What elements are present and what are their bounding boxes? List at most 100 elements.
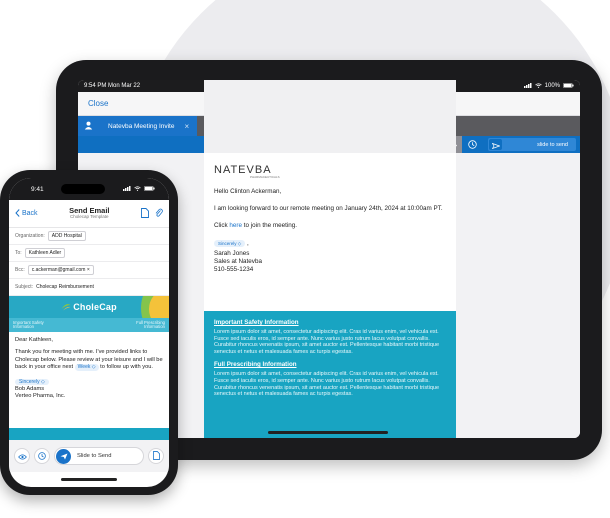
eye-icon <box>17 447 27 465</box>
brand-logo: NATEVBA <box>214 164 272 176</box>
signoff-comma: , <box>245 239 249 247</box>
tab-label: Natevba Meeting Invite <box>108 122 175 130</box>
battery-percent: 100% <box>544 83 560 89</box>
cholecap-logo: CholeCap <box>73 302 117 312</box>
phone-preview-button[interactable] <box>14 448 30 464</box>
slide-to-send-slider[interactable]: slide to send <box>488 138 576 151</box>
email-join-line: Click here to join the meeting. <box>214 222 446 230</box>
fpi-heading-link[interactable]: Full Prescribing Information <box>214 361 446 368</box>
phone-isi-strip <box>9 428 169 440</box>
join-text-pre: Click <box>214 221 230 229</box>
signature-phone: 510-555-1234 <box>214 265 254 273</box>
fpi-text: Lorem ipsum dolor sit amet, consectetur … <box>214 371 440 398</box>
phone-text-post: to follow up with you. <box>98 364 153 371</box>
status-right: 100% <box>523 82 574 90</box>
fpi-link-line2: Information <box>144 324 165 329</box>
signature-title: Sales at Natevba <box>214 257 262 265</box>
organization-chip[interactable]: ADD Hospital <box>47 231 86 241</box>
subject-label: Subject: <box>15 284 34 290</box>
signal-icon <box>123 185 131 193</box>
phone-signoff-picker[interactable]: Sincerely ◇ <box>15 378 49 386</box>
phone-status-icons <box>123 185 155 193</box>
to-label: To: <box>15 250 22 256</box>
tablet-home-indicator <box>268 431 388 434</box>
isi-text: Lorem ipsum dolor sit amet, consectetur … <box>214 329 440 355</box>
phone-email-body: Dear Kathleen, Thank you for meeting wit… <box>9 332 169 406</box>
document-icon <box>152 447 160 465</box>
phone-screen: 9:41 Back Send Email Cholecap Template O… <box>9 178 169 487</box>
clock-icon <box>467 136 477 154</box>
back-label: Back <box>22 210 38 217</box>
phone-schedule-button[interactable] <box>34 448 50 464</box>
email-body: Hello Clinton Ackerman, I am looking for… <box>204 188 456 273</box>
phone-slide-to-send[interactable]: Slide to Send <box>54 447 144 465</box>
signoff-picker[interactable]: Sincerely ◇ <box>214 239 246 248</box>
cholecap-banner: CholeCap <box>9 296 169 318</box>
join-text-post: to join the meeting. <box>242 221 297 229</box>
isi-heading-link[interactable]: Important Safety Information <box>214 319 446 326</box>
clock-icon <box>38 447 46 465</box>
back-button[interactable]: Back <box>15 208 38 219</box>
slide-to-send-label: slide to send <box>537 141 568 148</box>
battery-icon <box>144 185 155 193</box>
phone-slider-handle[interactable] <box>56 447 71 465</box>
tablet-tab-bar: Natevba Meeting Invite × <box>78 80 580 365</box>
bcc-label: Bcc: <box>15 267 25 273</box>
wifi-icon <box>134 185 141 193</box>
phone-sig-name: Bob Adams <box>15 386 45 393</box>
to-field[interactable]: To: Kathleen Adler <box>9 245 169 262</box>
organization-label: Organization: <box>15 233 45 239</box>
phone-document-button[interactable] <box>148 448 164 464</box>
email-paragraph: I am looking forward to our remote meeti… <box>214 204 443 212</box>
week-picker[interactable]: Week ◇ <box>74 364 99 371</box>
phone-title-block: Send Email Cholecap Template <box>69 206 109 220</box>
bcc-field[interactable]: Bcc: c.ackerman@gmail.com × <box>9 262 169 279</box>
fpi-link[interactable]: Full Prescribing Information <box>136 320 165 330</box>
subject-field[interactable]: Subject: Cholecap Reimbursement <box>9 279 169 296</box>
phone-sig-company: Verteo Pharma, Inc. <box>15 393 66 400</box>
schedule-button[interactable] <box>462 136 482 153</box>
banner-swoosh-yellow <box>149 296 169 318</box>
recipient-tab[interactable] <box>78 116 98 136</box>
isi-link-line2: Information <box>13 324 34 329</box>
signal-icon <box>523 82 532 90</box>
phone-action-toolbar: Slide to Send <box>9 440 169 472</box>
battery-icon <box>563 82 574 90</box>
phone-slide-label: Slide to Send <box>77 453 112 459</box>
document-icon[interactable] <box>141 205 149 223</box>
dynamic-island <box>61 184 106 194</box>
paperclip-icon[interactable] <box>155 205 163 223</box>
to-recipient-chip[interactable]: Kathleen Adler <box>24 248 66 258</box>
signature-name: Sarah Jones <box>214 250 250 258</box>
wifi-icon <box>534 82 542 90</box>
phone-page-subtitle: Cholecap Template <box>70 214 109 220</box>
banner-links: Important Safety Information Full Prescr… <box>9 318 169 332</box>
tab-meeting-invite[interactable]: Natevba Meeting Invite × <box>98 116 198 136</box>
status-time: 9:54 PM Mon Mar 22 <box>84 83 141 89</box>
phone-paragraph: Thank you for meeting with me. I've prov… <box>15 349 163 371</box>
email-preview: NATEVBA PHARMACEUTICALS Hello Clinton Ac… <box>204 153 456 438</box>
subject-value: Cholecap Reimbursement <box>36 284 94 290</box>
phone-status-time: 9:41 <box>31 185 44 193</box>
phone-home-indicator <box>61 478 117 481</box>
isi-link[interactable]: Important Safety Information <box>13 320 44 330</box>
phone-header-actions <box>141 205 163 223</box>
organization-field[interactable]: Organization: ADD Hospital <box>9 228 169 245</box>
close-button[interactable]: Close <box>88 99 108 108</box>
email-signature: Sarah Jones Sales at Natevba 510-555-123… <box>214 250 446 273</box>
chevron-left-icon <box>15 208 20 219</box>
bcc-recipient-chip[interactable]: c.ackerman@gmail.com × <box>27 265 94 275</box>
phone-device: 9:41 Back Send Email Cholecap Template O… <box>0 170 178 495</box>
send-arrow-icon <box>60 447 68 465</box>
marketing-composite: 9:54 PM Mon Mar 22 100% Close Send <box>0 0 610 518</box>
phone-greeting: Dear Kathleen, <box>15 337 53 343</box>
phone-status-bar: 9:41 <box>9 178 169 200</box>
slider-handle[interactable] <box>489 139 502 150</box>
cholecap-logo-icon <box>61 298 71 316</box>
send-arrow-icon <box>491 136 501 154</box>
email-greeting: Hello Clinton Ackerman, <box>214 188 282 195</box>
safety-info-block: Important Safety Information Lorem ipsum… <box>204 311 456 438</box>
tab-close-icon[interactable]: × <box>184 122 189 131</box>
user-icon <box>84 117 93 135</box>
join-meeting-link[interactable]: here <box>229 222 242 229</box>
